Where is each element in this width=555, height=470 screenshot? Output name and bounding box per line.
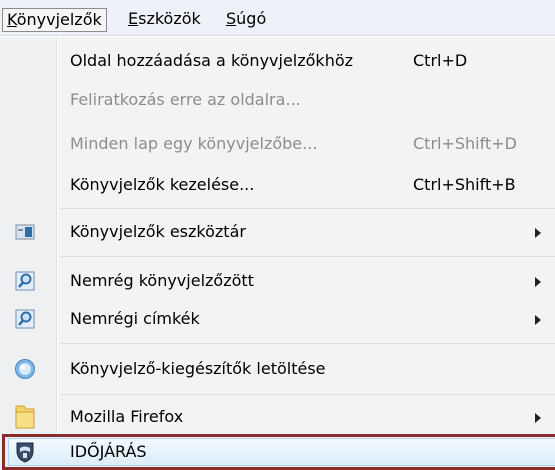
menu-item-label: Nemrégi címkék bbox=[70, 309, 200, 328]
menu-item-recent-tags[interactable]: Nemrégi címkék bbox=[0, 301, 555, 337]
menu-tools-mnemonic: E bbox=[128, 9, 139, 28]
menu-item-label: IDŐJÁRÁS bbox=[70, 442, 147, 461]
search-icon bbox=[15, 309, 35, 329]
bookmarks-dropdown-menu: Oldal hozzáadása a könyvjelzőkhöz Ctrl+D… bbox=[0, 37, 555, 470]
menu-help-mnemonic: S bbox=[226, 9, 237, 28]
menu-item-bookmarks-toolbar[interactable]: Könyvjelzők eszköztár bbox=[0, 214, 555, 250]
menu-item-label: Minden lap egy könyvjelzőbe... bbox=[70, 134, 318, 153]
menu-item-label: Könyvjelző-kiegészítők letöltése bbox=[70, 359, 326, 378]
submenu-arrow-icon bbox=[535, 277, 541, 287]
menu-bookmarks-mnemonic: K bbox=[7, 10, 17, 29]
menu-item-label: Nemrég könyvjelzőzött bbox=[70, 271, 254, 290]
menu-bookmarks[interactable]: Könyvjelzők bbox=[2, 8, 107, 32]
submenu-arrow-icon bbox=[535, 315, 541, 325]
menu-tools-label: szközök bbox=[138, 9, 201, 28]
menu-item-recently-bookmarked[interactable]: Nemrég könyvjelzőzött bbox=[0, 263, 555, 299]
menu-item-label: Könyvjelzők eszköztár bbox=[70, 222, 246, 241]
menu-item-get-bookmark-addons[interactable]: Könyvjelző-kiegészítők letöltése bbox=[0, 351, 555, 387]
search-icon bbox=[15, 271, 35, 291]
menu-item-shortcut: Ctrl+Shift+B bbox=[413, 175, 516, 194]
shield-icon bbox=[16, 442, 34, 463]
menu-help[interactable]: Súgó bbox=[222, 8, 270, 32]
menu-item-bookmark-all-tabs: Minden lap egy könyvjelzőbe... Ctrl+Shif… bbox=[0, 126, 555, 162]
menu-bookmarks-label: önyvjelzők bbox=[16, 10, 102, 29]
submenu-arrow-icon bbox=[535, 413, 541, 423]
menu-item-bookmark-page[interactable]: Oldal hozzáadása a könyvjelzőkhöz Ctrl+D bbox=[0, 43, 555, 79]
menu-separator bbox=[60, 394, 555, 395]
menu-separator bbox=[60, 256, 555, 257]
menu-item-shortcut: Ctrl+D bbox=[413, 51, 468, 70]
submenu-arrow-icon bbox=[535, 228, 541, 238]
menu-separator bbox=[60, 343, 555, 344]
folder-icon bbox=[15, 405, 35, 429]
menu-item-label: Oldal hozzáadása a könyvjelzőkhöz bbox=[70, 51, 354, 70]
menu-item-shortcut: Ctrl+Shift+D bbox=[413, 134, 517, 153]
toolbar-icon bbox=[15, 224, 35, 240]
menu-item-mozilla-firefox-folder[interactable]: Mozilla Firefox bbox=[0, 399, 555, 435]
menu-help-label: úgó bbox=[236, 9, 267, 28]
menu-item-label: Feliratkozás erre az oldalra... bbox=[70, 90, 301, 109]
menu-tools[interactable]: Eszközök bbox=[124, 8, 205, 32]
menu-item-manage-bookmarks[interactable]: Könyvjelzők kezelése... Ctrl+Shift+B bbox=[0, 167, 555, 203]
menu-item-label: Mozilla Firefox bbox=[70, 407, 184, 426]
menu-item-idojaras[interactable]: IDŐJÁRÁS bbox=[0, 434, 555, 470]
menu-item-label: Könyvjelzők kezelése... bbox=[70, 175, 255, 194]
menu-bar: Könyvjelzők Eszközök Súgó bbox=[0, 0, 555, 36]
menu-separator bbox=[60, 208, 555, 209]
addon-icon bbox=[15, 359, 35, 379]
menu-item-subscribe-page: Feliratkozás erre az oldalra... bbox=[0, 82, 555, 118]
